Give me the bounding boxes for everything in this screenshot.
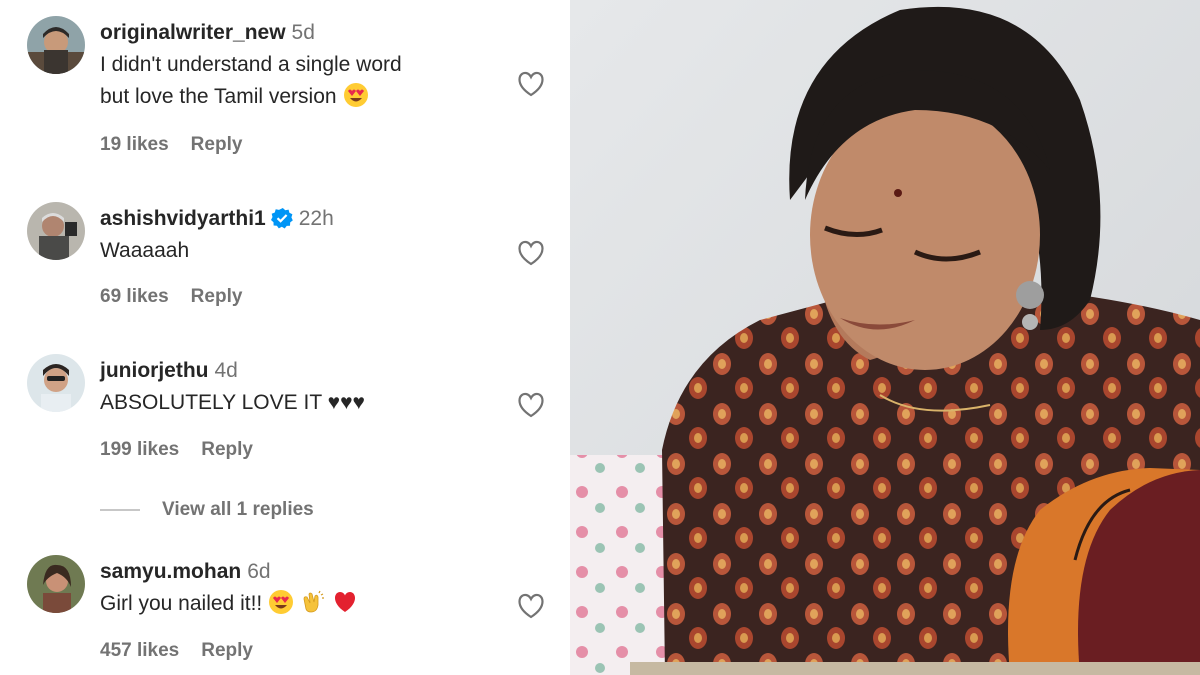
comment-line: I didn't understand a single word: [100, 53, 402, 76]
comment-meta: 69 likes Reply: [100, 286, 242, 308]
verified-badge-icon: [270, 208, 293, 229]
comment-text: Waaaaah: [100, 239, 190, 262]
comment-text: Girl you nailed it!!: [100, 588, 500, 620]
red-heart-icon: [335, 592, 356, 612]
clapping-hands-icon: [303, 590, 325, 613]
likes-count[interactable]: 19 likes: [100, 134, 169, 155]
comment-meta: 199 likes Reply: [100, 439, 253, 461]
heart-outline-icon[interactable]: [516, 592, 546, 620]
comment-line: but love the Tamil version: [100, 85, 337, 108]
reply-button[interactable]: Reply: [191, 286, 243, 307]
comment-text: ABSOLUTELY LOVE IT ♥♥♥: [100, 391, 366, 414]
view-replies-button[interactable]: View all 1 replies: [100, 499, 314, 521]
likes-count[interactable]: 69 likes: [100, 286, 169, 307]
avatar[interactable]: [27, 202, 85, 260]
comment-meta: 19 likes Reply: [100, 134, 242, 156]
username[interactable]: ashishvidyarthi1: [100, 207, 266, 230]
singer-photo: [570, 0, 1200, 675]
avatar[interactable]: [27, 555, 85, 613]
heart-eyes-icon: [343, 83, 368, 107]
avatar[interactable]: [27, 354, 85, 412]
replies-divider: [100, 509, 140, 511]
view-replies-label: View all 1 replies: [162, 499, 314, 520]
username[interactable]: originalwriter_new: [100, 21, 286, 44]
comment-meta: 457 likes Reply: [100, 640, 253, 662]
heart-outline-icon[interactable]: [516, 70, 546, 98]
timestamp: 5d: [291, 21, 315, 44]
heart-outline-icon[interactable]: [516, 239, 546, 267]
heart-eyes-icon: [269, 590, 294, 614]
timestamp: 22h: [298, 207, 334, 230]
video-frame[interactable]: [570, 0, 1200, 675]
timestamp: 6d: [247, 560, 271, 583]
likes-count[interactable]: 199 likes: [100, 439, 179, 460]
heart-outline-icon[interactable]: [516, 391, 546, 419]
reply-button[interactable]: Reply: [191, 134, 243, 155]
likes-count[interactable]: 457 likes: [100, 640, 179, 661]
timestamp: 4d: [214, 359, 238, 382]
comments-panel: originalwriter_new 5d I didn't understand…: [0, 0, 564, 675]
reply-button[interactable]: Reply: [201, 640, 253, 661]
avatar[interactable]: [27, 16, 85, 74]
comment-text: I didn't understand a single word but lo…: [100, 49, 500, 113]
reply-button[interactable]: Reply: [201, 439, 253, 460]
username[interactable]: juniorjethu: [100, 359, 209, 382]
comment-line: Girl you nailed it!!: [100, 592, 263, 615]
username[interactable]: samyu.mohan: [100, 560, 241, 583]
